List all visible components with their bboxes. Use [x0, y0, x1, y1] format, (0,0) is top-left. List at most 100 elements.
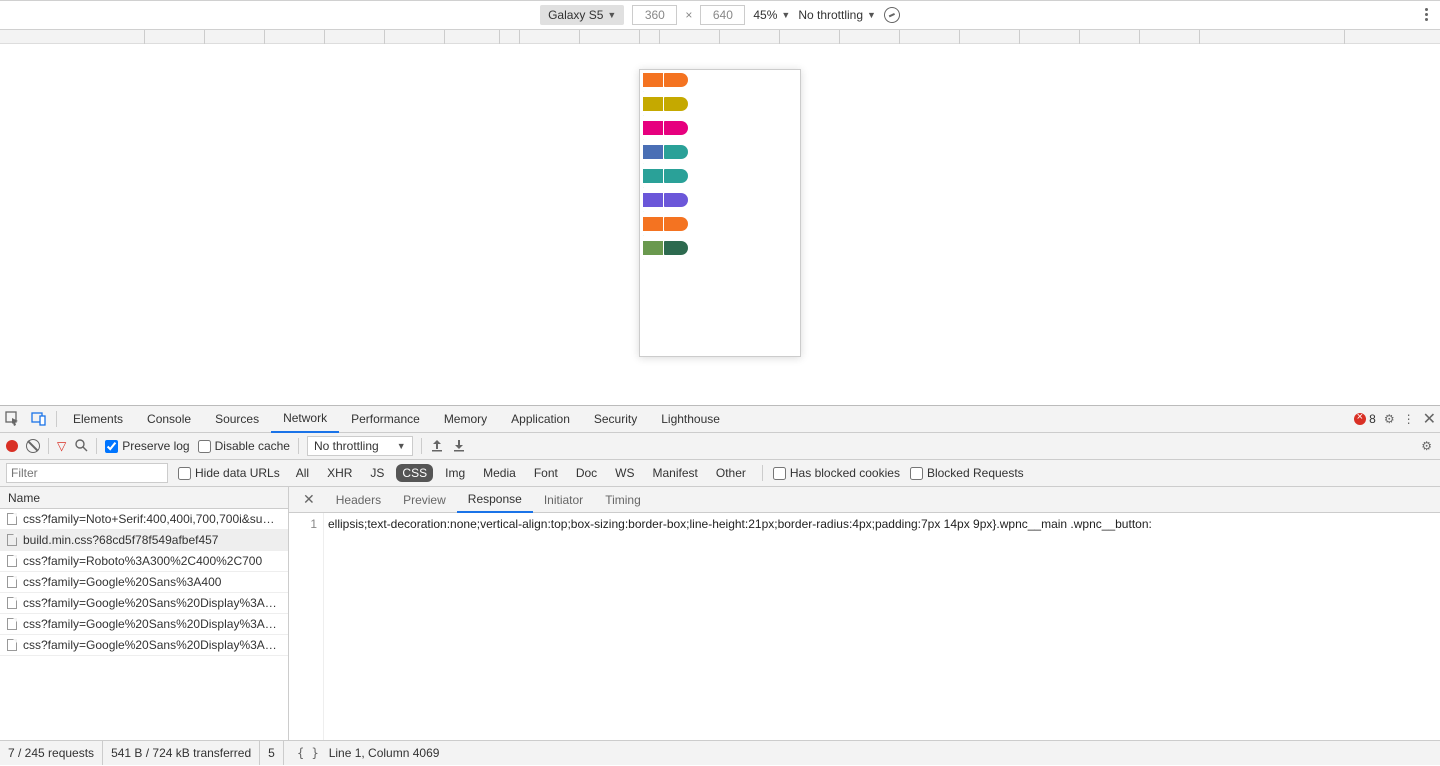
- request-row[interactable]: css?family=Google%20Sans%20Display%3A…: [0, 593, 288, 614]
- filter-icon[interactable]: ▽: [57, 439, 66, 453]
- dimension-separator: ×: [685, 8, 692, 22]
- width-input[interactable]: [632, 5, 677, 25]
- file-icon: [7, 513, 17, 525]
- zoom-select[interactable]: 45% ▼: [753, 8, 790, 22]
- toggle-device-icon[interactable]: [26, 406, 52, 432]
- preview-card-label: ·: [643, 90, 797, 95]
- download-icon[interactable]: [452, 438, 466, 455]
- pretty-print-icon[interactable]: { }: [297, 746, 319, 760]
- tab-elements[interactable]: Elements: [61, 406, 135, 433]
- file-icon: [7, 576, 17, 588]
- status-transferred: 541 B / 724 kB transferred: [103, 741, 260, 765]
- tab-sources[interactable]: Sources: [203, 406, 271, 433]
- status-bar: 7 / 245 requests 541 B / 724 kB transfer…: [0, 740, 1440, 765]
- file-icon: [7, 618, 17, 630]
- tab-performance[interactable]: Performance: [339, 406, 432, 433]
- device-select[interactable]: Galaxy S5 ▼: [540, 5, 624, 25]
- preview-card-label: ·: [643, 258, 797, 263]
- filter-chip-other[interactable]: Other: [710, 464, 752, 482]
- request-name: css?family=Google%20Sans%3A400: [23, 575, 221, 589]
- request-name: css?family=Noto+Serif:400,400i,700,700i&…: [23, 512, 274, 526]
- tab-console[interactable]: Console: [135, 406, 203, 433]
- gear-icon[interactable]: ⚙: [1384, 412, 1395, 426]
- tab-memory[interactable]: Memory: [432, 406, 499, 433]
- request-row[interactable]: build.min.css?68cd5f78f549afbef457: [0, 530, 288, 551]
- network-throttling-select[interactable]: No throttling ▼: [307, 436, 413, 456]
- disable-cache-checkbox[interactable]: Disable cache: [198, 439, 290, 453]
- request-list-header[interactable]: Name: [0, 487, 288, 509]
- kebab-menu-icon[interactable]: ⋮: [1403, 412, 1415, 426]
- device-throttling-select[interactable]: No throttling ▼: [798, 8, 876, 22]
- chevron-down-icon: ▼: [867, 10, 876, 20]
- response-code-area[interactable]: 1 ellipsis;text-decoration:none;vertical…: [289, 513, 1440, 740]
- request-name: css?family=Google%20Sans%20Display%3A…: [23, 596, 277, 610]
- filter-chip-css[interactable]: CSS: [396, 464, 433, 482]
- detail-tab-timing[interactable]: Timing: [594, 487, 652, 513]
- filter-chip-js[interactable]: JS: [364, 464, 390, 482]
- filter-chip-img[interactable]: Img: [439, 464, 471, 482]
- filter-chip-doc[interactable]: Doc: [570, 464, 603, 482]
- ruler: [0, 30, 1440, 44]
- height-input[interactable]: [700, 5, 745, 25]
- has-blocked-cookies-label: Has blocked cookies: [790, 466, 900, 480]
- status-resources: 5: [260, 741, 284, 765]
- gear-icon[interactable]: ⚙: [1421, 439, 1432, 453]
- tab-application[interactable]: Application: [499, 406, 582, 433]
- tab-network[interactable]: Network: [271, 406, 339, 433]
- tab-lighthouse[interactable]: Lighthouse: [649, 406, 732, 433]
- request-row[interactable]: css?family=Google%20Sans%20Display%3A…: [0, 635, 288, 656]
- preview-card: [643, 241, 797, 255]
- request-name: css?family=Google%20Sans%20Display%3A…: [23, 638, 277, 652]
- hide-data-urls-checkbox[interactable]: Hide data URLs: [178, 466, 280, 480]
- detail-tab-headers[interactable]: Headers: [325, 487, 392, 513]
- preview-card-label: ·: [643, 162, 797, 167]
- close-icon[interactable]: ✕: [293, 491, 325, 508]
- filter-chip-media[interactable]: Media: [477, 464, 522, 482]
- search-icon[interactable]: [74, 438, 88, 455]
- kebab-menu-icon[interactable]: [1425, 8, 1428, 21]
- code-text: ellipsis;text-decoration:none;vertical-a…: [324, 513, 1440, 740]
- preview-card: [643, 169, 797, 183]
- inspect-element-icon[interactable]: [0, 406, 26, 432]
- rotate-icon[interactable]: [882, 5, 903, 26]
- tab-security[interactable]: Security: [582, 406, 649, 433]
- network-toolbar: ▽ Preserve log Disable cache No throttli…: [0, 433, 1440, 460]
- device-frame[interactable]: · · · · · · · ·: [639, 69, 801, 357]
- detail-tab-initiator[interactable]: Initiator: [533, 487, 594, 513]
- request-name: css?family=Google%20Sans%20Display%3A…: [23, 617, 277, 631]
- request-row[interactable]: css?family=Google%20Sans%20Display%3A…: [0, 614, 288, 635]
- request-row[interactable]: css?family=Noto+Serif:400,400i,700,700i&…: [0, 509, 288, 530]
- filter-chip-xhr[interactable]: XHR: [321, 464, 358, 482]
- filter-chip-manifest[interactable]: Manifest: [647, 464, 704, 482]
- filter-input[interactable]: [6, 463, 168, 483]
- preview-card: [643, 145, 797, 159]
- preview-card-label: ·: [643, 186, 797, 191]
- column-name: Name: [8, 491, 40, 505]
- has-blocked-cookies-checkbox[interactable]: Has blocked cookies: [773, 466, 900, 480]
- preserve-log-checkbox[interactable]: Preserve log: [105, 439, 189, 453]
- hide-data-urls-label: Hide data URLs: [195, 466, 280, 480]
- upload-icon[interactable]: [430, 438, 444, 455]
- record-icon[interactable]: [6, 440, 18, 452]
- preview-card-label: ·: [643, 114, 797, 119]
- error-badge[interactable]: 8: [1354, 412, 1376, 426]
- file-icon: [7, 639, 17, 651]
- filter-chip-ws[interactable]: WS: [609, 464, 640, 482]
- filter-chip-font[interactable]: Font: [528, 464, 564, 482]
- detail-tabs: ✕ HeadersPreviewResponseInitiatorTiming: [289, 487, 1440, 513]
- detail-tab-response[interactable]: Response: [457, 487, 533, 513]
- preview-card-label: ·: [643, 210, 797, 215]
- request-row[interactable]: css?family=Roboto%3A300%2C400%2C700: [0, 551, 288, 572]
- device-throttling-value: No throttling: [798, 8, 863, 22]
- close-icon[interactable]: ✕: [1423, 409, 1436, 429]
- preview-card: [643, 97, 797, 111]
- filter-chip-all[interactable]: All: [290, 464, 315, 482]
- preserve-log-label: Preserve log: [122, 439, 189, 453]
- blocked-requests-label: Blocked Requests: [927, 466, 1024, 480]
- clear-icon[interactable]: [26, 439, 40, 453]
- zoom-value: 45%: [753, 8, 777, 22]
- detail-tab-preview[interactable]: Preview: [392, 487, 457, 513]
- filter-bar: Hide data URLs All XHR JS CSS Img Media Font Do…: [0, 460, 1440, 487]
- blocked-requests-checkbox[interactable]: Blocked Requests: [910, 466, 1024, 480]
- request-row[interactable]: css?family=Google%20Sans%3A400: [0, 572, 288, 593]
